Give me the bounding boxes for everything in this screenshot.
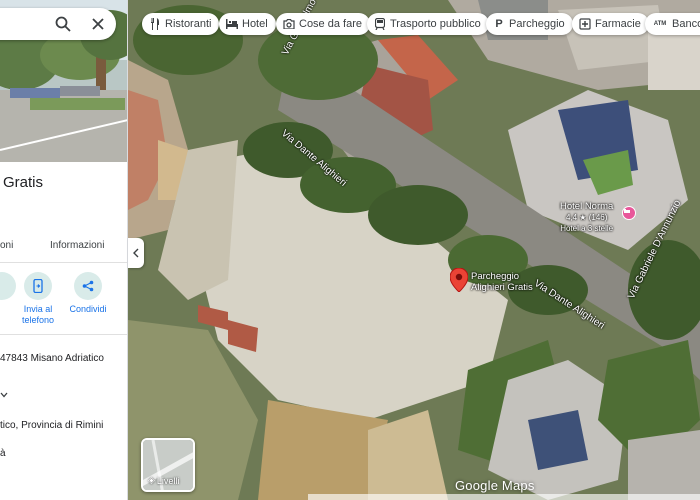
- pharmacy-icon: [579, 18, 591, 30]
- tabs-divider: [0, 262, 127, 263]
- parking-icon: P: [495, 18, 503, 30]
- place-pin-icon[interactable]: [450, 268, 468, 292]
- camera-icon: [283, 18, 295, 30]
- place-details-panel: Gratis oni Informazioni Invia al telefon…: [0, 0, 128, 500]
- hotel-reviews: (146): [588, 213, 608, 222]
- place-label[interactable]: Parcheggio Alighieri Gratis: [471, 271, 533, 293]
- place-name-line2: Alighieri Gratis: [471, 282, 533, 293]
- plus-code-line[interactable]: tico, Provincia di Rimini: [0, 420, 103, 431]
- close-icon[interactable]: [89, 15, 107, 33]
- actions-divider: [0, 334, 127, 335]
- action-share-label: Condividi: [69, 304, 107, 314]
- google-maps-watermark: Google Maps: [455, 478, 535, 493]
- panel-tabs: oni Informazioni: [0, 240, 127, 262]
- hotel-name: Hotel Norma: [560, 201, 614, 212]
- chip-cose-da-fare[interactable]: Cose da fare: [276, 13, 370, 35]
- chevron-left-icon: [133, 248, 139, 258]
- restaurant-icon: [149, 18, 161, 30]
- chip-label: Farmacie: [595, 18, 641, 30]
- collapse-panel-button[interactable]: [128, 238, 144, 268]
- search-box[interactable]: [0, 8, 116, 40]
- send-to-phone-icon: [24, 272, 52, 300]
- tab-informazioni[interactable]: Informazioni: [50, 240, 104, 251]
- chip-ristoranti[interactable]: Ristoranti: [142, 13, 220, 35]
- chip-label: Trasporto pubblico: [390, 18, 481, 30]
- info-line[interactable]: à: [0, 448, 6, 459]
- chip-bancomat[interactable]: ATM Bancomat: [645, 13, 700, 35]
- chip-label: Ristoranti: [165, 18, 212, 30]
- search-icon[interactable]: [54, 15, 72, 33]
- satellite-map[interactable]: Via Guglielmo Via Dante Alighieri Via Da…: [128, 0, 700, 500]
- atm-icon: ATM: [653, 21, 667, 27]
- transit-icon: [374, 18, 386, 30]
- chip-parcheggio[interactable]: P Parcheggio: [486, 13, 573, 35]
- star-icon: ★: [579, 213, 587, 222]
- action-share[interactable]: Condividi: [58, 272, 118, 315]
- address-line[interactable]: 47843 Misano Adriatico: [0, 353, 104, 364]
- place-title: Gratis: [3, 174, 44, 191]
- hotel-rating: 4,4: [565, 213, 578, 222]
- tab-recensioni[interactable]: oni: [0, 240, 13, 251]
- hotel-pin-icon[interactable]: [622, 206, 636, 220]
- hotel-label[interactable]: Hotel Norma 4,4 ★ (146) Hotel a 3 stelle: [560, 201, 613, 234]
- chip-trasporto-pubblico[interactable]: Trasporto pubblico: [367, 13, 489, 35]
- chip-hotel[interactable]: Hotel: [219, 13, 276, 35]
- satellite-imagery: [128, 0, 700, 500]
- map-footer-bar: [308, 494, 700, 500]
- hotel-icon: [226, 18, 238, 30]
- chip-label: Parcheggio: [509, 18, 565, 30]
- chip-farmacie[interactable]: Farmacie: [572, 13, 649, 35]
- layers-button[interactable]: ◈ Livelli: [141, 438, 195, 492]
- chevron-down-icon[interactable]: [0, 390, 8, 401]
- layers-label: Livelli: [156, 475, 180, 486]
- chip-label: Bancomat: [672, 18, 700, 30]
- place-name-line1: Parcheggio: [471, 271, 520, 282]
- share-icon: [74, 272, 102, 300]
- layers-icon: ◈: [148, 475, 155, 485]
- chip-label: Cose da fare: [299, 18, 362, 30]
- chip-label: Hotel: [242, 18, 268, 30]
- hotel-category: Hotel a 3 stelle: [560, 224, 614, 233]
